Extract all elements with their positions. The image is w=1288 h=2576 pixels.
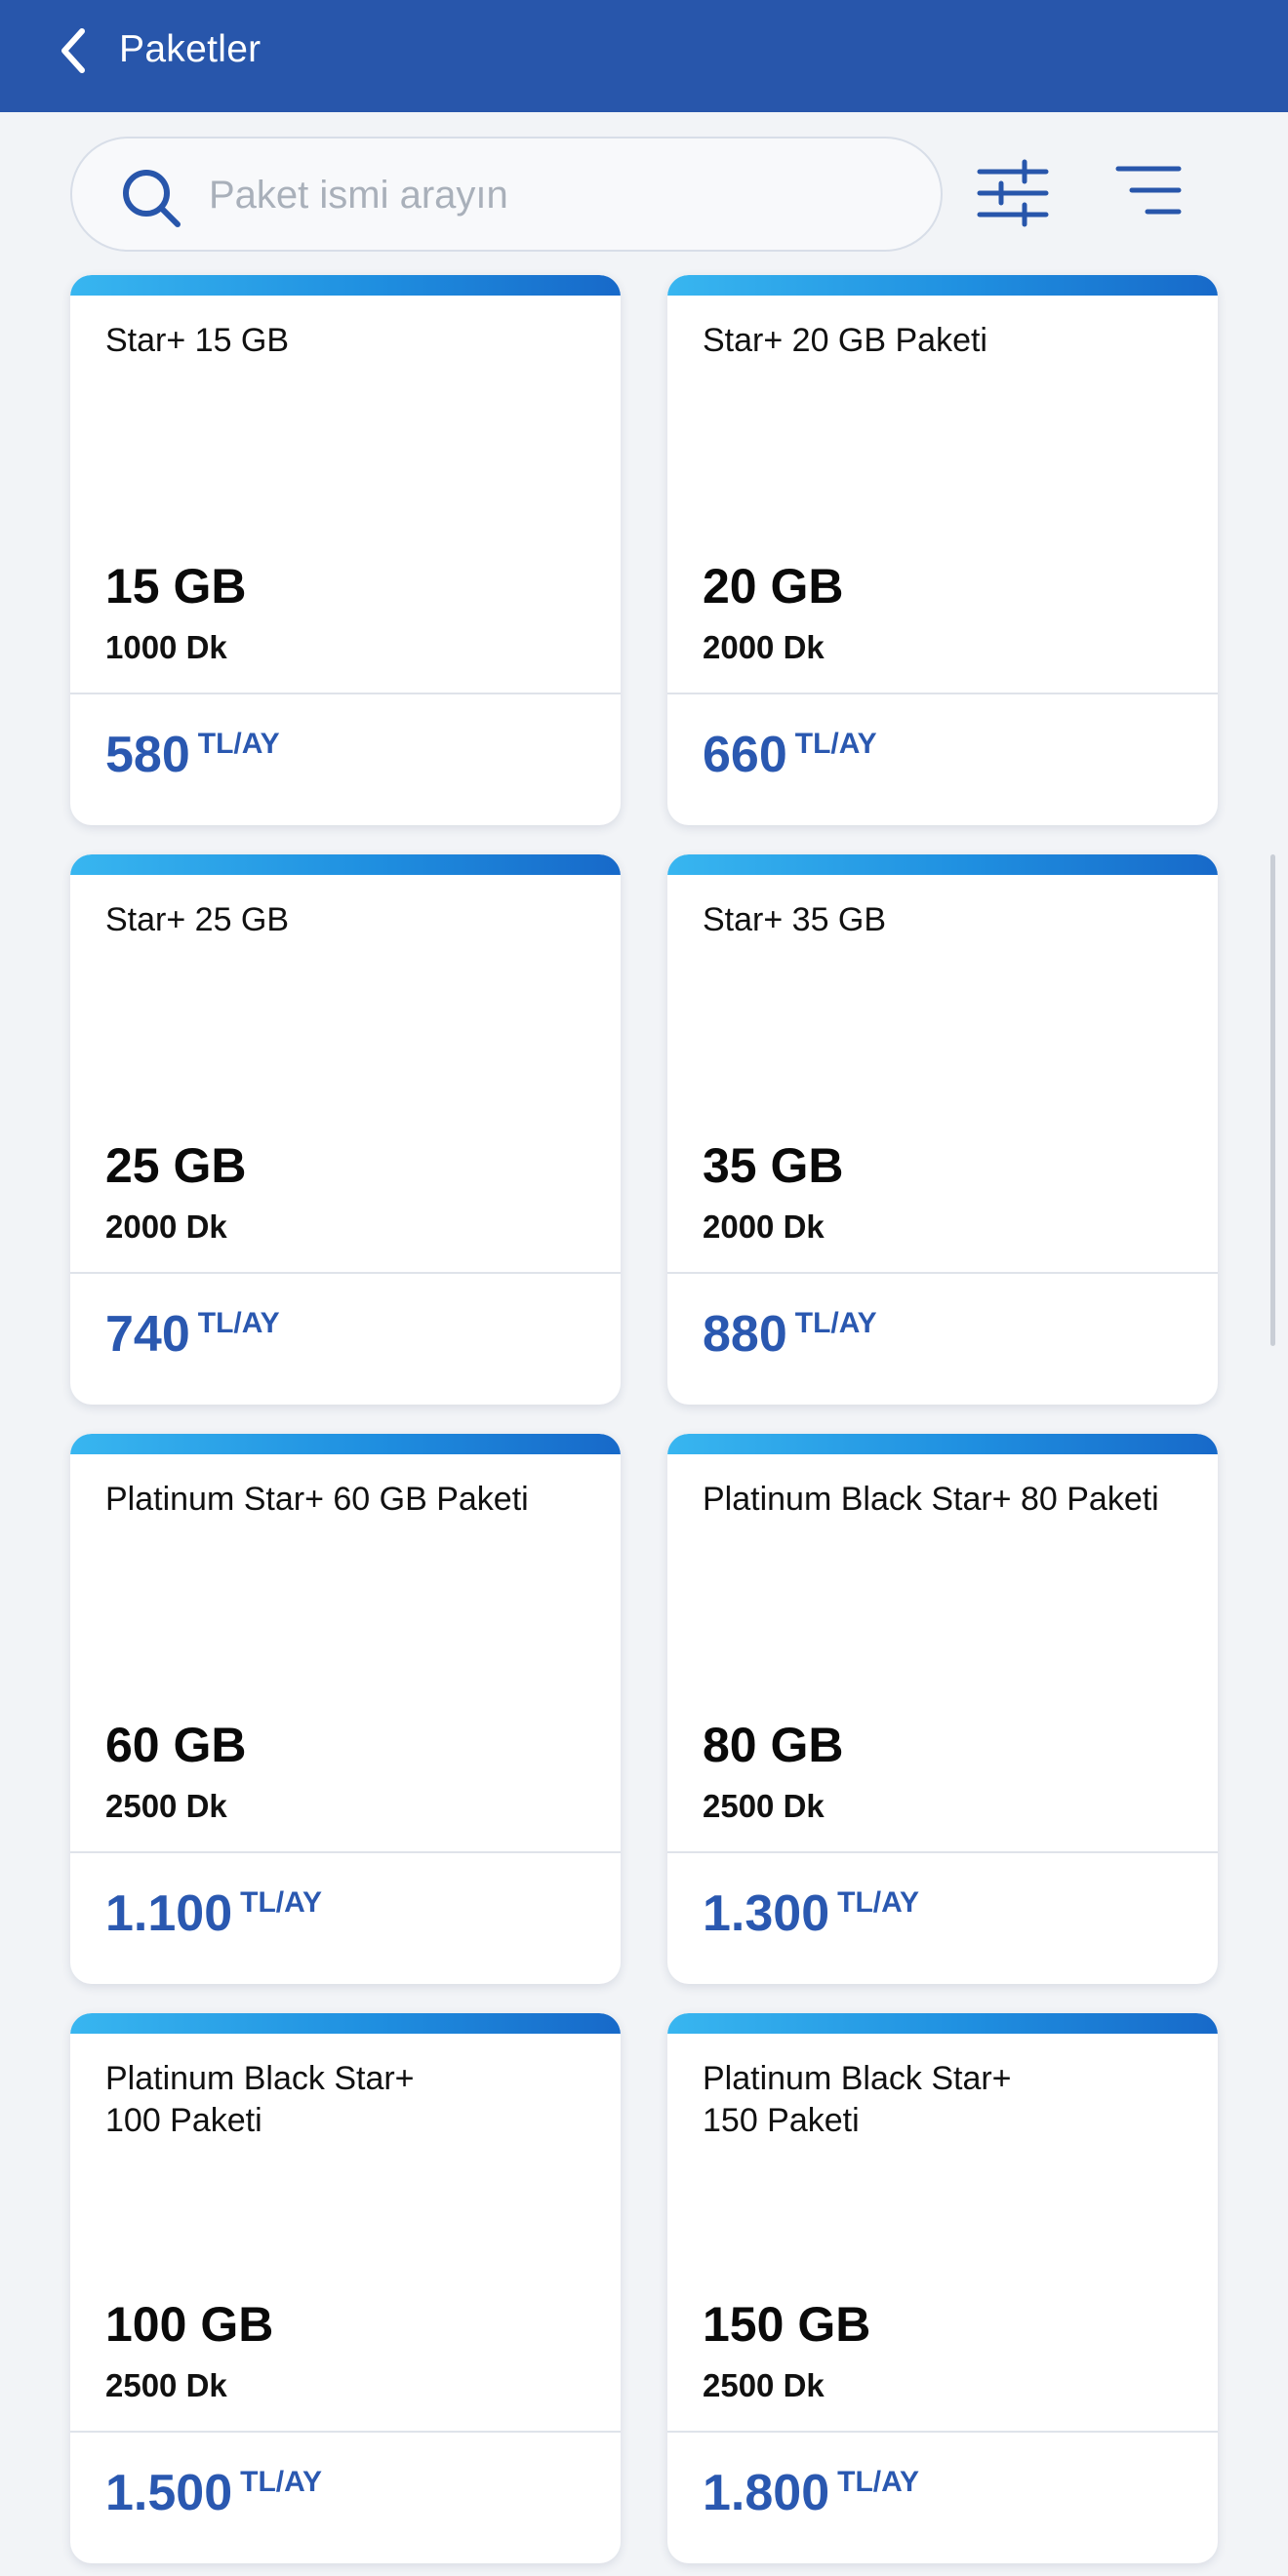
search-bar[interactable] <box>70 137 943 252</box>
card-divider <box>667 1851 1218 1853</box>
price-unit: TL/AY <box>197 1307 280 1339</box>
package-data-amount: 25 GB <box>105 1138 247 1193</box>
card-divider <box>70 693 621 694</box>
package-minutes: 1000 Dk <box>105 629 227 665</box>
sliders-icon <box>977 159 1049 227</box>
search-icon <box>123 170 181 227</box>
card-divider <box>70 1272 621 1274</box>
price-value: 1.800 <box>703 2465 830 2521</box>
price-value: 1.100 <box>105 1885 233 1942</box>
price-value: 660 <box>703 727 787 783</box>
chevron-left-icon <box>61 28 85 73</box>
package-card[interactable]: Star+ 35 GB 35 GB 2000 Dk 880 TL/AY <box>667 854 1218 1405</box>
package-price: 880 TL/AY <box>703 1305 877 1364</box>
price-unit: TL/AY <box>197 728 280 760</box>
package-price: 660 TL/AY <box>703 726 877 784</box>
package-price: 1.100 TL/AY <box>105 1884 322 1943</box>
card-divider <box>667 2431 1218 2433</box>
package-data-amount: 20 GB <box>703 559 844 614</box>
package-data-amount: 35 GB <box>703 1138 844 1193</box>
price-unit: TL/AY <box>837 1886 920 1919</box>
package-data-amount: 60 GB <box>105 1718 247 1772</box>
package-minutes: 2500 Dk <box>105 1788 227 1824</box>
card-accent-bar <box>70 854 621 875</box>
price-unit: TL/AY <box>794 728 877 760</box>
package-minutes: 2000 Dk <box>703 1209 825 1245</box>
package-data-amount: 150 GB <box>703 2297 871 2352</box>
package-card[interactable]: Platinum Star+ 60 GB Paketi 60 GB 2500 D… <box>70 1434 621 1984</box>
price-value: 740 <box>105 1306 190 1363</box>
package-grid: Star+ 15 GB 15 GB 1000 Dk 580 TL/AY Star… <box>70 275 1218 2563</box>
app-bar: Paketler <box>0 0 1288 112</box>
price-unit: TL/AY <box>240 2466 323 2498</box>
package-name: Star+ 15 GB <box>105 322 290 359</box>
price-unit: TL/AY <box>837 2466 920 2498</box>
package-data-amount: 80 GB <box>703 1718 844 1772</box>
package-minutes: 2500 Dk <box>703 1788 825 1824</box>
sort-lines-icon <box>1115 166 1182 215</box>
card-divider <box>70 2431 621 2433</box>
package-card[interactable]: Platinum Black Star+ 150 Paketi 150 GB 2… <box>667 2013 1218 2563</box>
card-accent-bar <box>70 2013 621 2034</box>
package-name: Star+ 20 GB Paketi <box>703 322 987 359</box>
card-divider <box>70 1851 621 1853</box>
card-accent-bar <box>70 275 621 296</box>
package-price: 1.300 TL/AY <box>703 1884 919 1943</box>
price-unit: TL/AY <box>794 1307 877 1339</box>
package-name: Platinum Black Star+ 80 Paketi <box>703 1481 1159 1518</box>
package-card[interactable]: Platinum Black Star+ 80 Paketi 80 GB 250… <box>667 1434 1218 1984</box>
package-card[interactable]: Star+ 25 GB 25 GB 2000 Dk 740 TL/AY <box>70 854 621 1405</box>
package-price: 740 TL/AY <box>105 1305 280 1364</box>
package-name: Star+ 25 GB <box>105 901 290 938</box>
page-title: Paketler <box>119 28 262 70</box>
package-minutes: 2500 Dk <box>105 2367 227 2403</box>
package-name: Star+ 35 GB <box>703 901 887 938</box>
sort-button[interactable] <box>1114 161 1183 221</box>
card-divider <box>667 693 1218 694</box>
package-name: Platinum Black Star+ 100 Paketi <box>105 2060 415 2139</box>
card-accent-bar <box>667 1434 1218 1454</box>
package-price: 1.500 TL/AY <box>105 2464 322 2522</box>
package-card[interactable]: Star+ 20 GB Paketi 20 GB 2000 Dk 660 TL/… <box>667 275 1218 825</box>
package-data-amount: 100 GB <box>105 2297 274 2352</box>
price-unit: TL/AY <box>240 1886 323 1919</box>
back-button[interactable] <box>49 21 98 80</box>
package-minutes: 2000 Dk <box>105 1209 227 1245</box>
price-value: 880 <box>703 1306 787 1363</box>
scrollbar[interactable] <box>1270 854 1275 1346</box>
package-minutes: 2000 Dk <box>703 629 825 665</box>
card-accent-bar <box>70 1434 621 1454</box>
price-value: 580 <box>105 727 190 783</box>
card-accent-bar <box>667 2013 1218 2034</box>
package-card[interactable]: Platinum Black Star+ 100 Paketi 100 GB 2… <box>70 2013 621 2563</box>
package-price: 580 TL/AY <box>105 726 280 784</box>
filter-button[interactable] <box>976 158 1050 228</box>
package-card[interactable]: Star+ 15 GB 15 GB 1000 Dk 580 TL/AY <box>70 275 621 825</box>
card-divider <box>667 1272 1218 1274</box>
package-name: Platinum Star+ 60 GB Paketi <box>105 1481 529 1518</box>
package-minutes: 2500 Dk <box>703 2367 825 2403</box>
search-input[interactable] <box>209 168 911 222</box>
card-accent-bar <box>667 854 1218 875</box>
package-price: 1.800 TL/AY <box>703 2464 919 2522</box>
card-accent-bar <box>667 275 1218 296</box>
price-value: 1.300 <box>703 1885 830 1942</box>
package-data-amount: 15 GB <box>105 559 247 614</box>
package-name: Platinum Black Star+ 150 Paketi <box>703 2060 1012 2139</box>
price-value: 1.500 <box>105 2465 233 2521</box>
